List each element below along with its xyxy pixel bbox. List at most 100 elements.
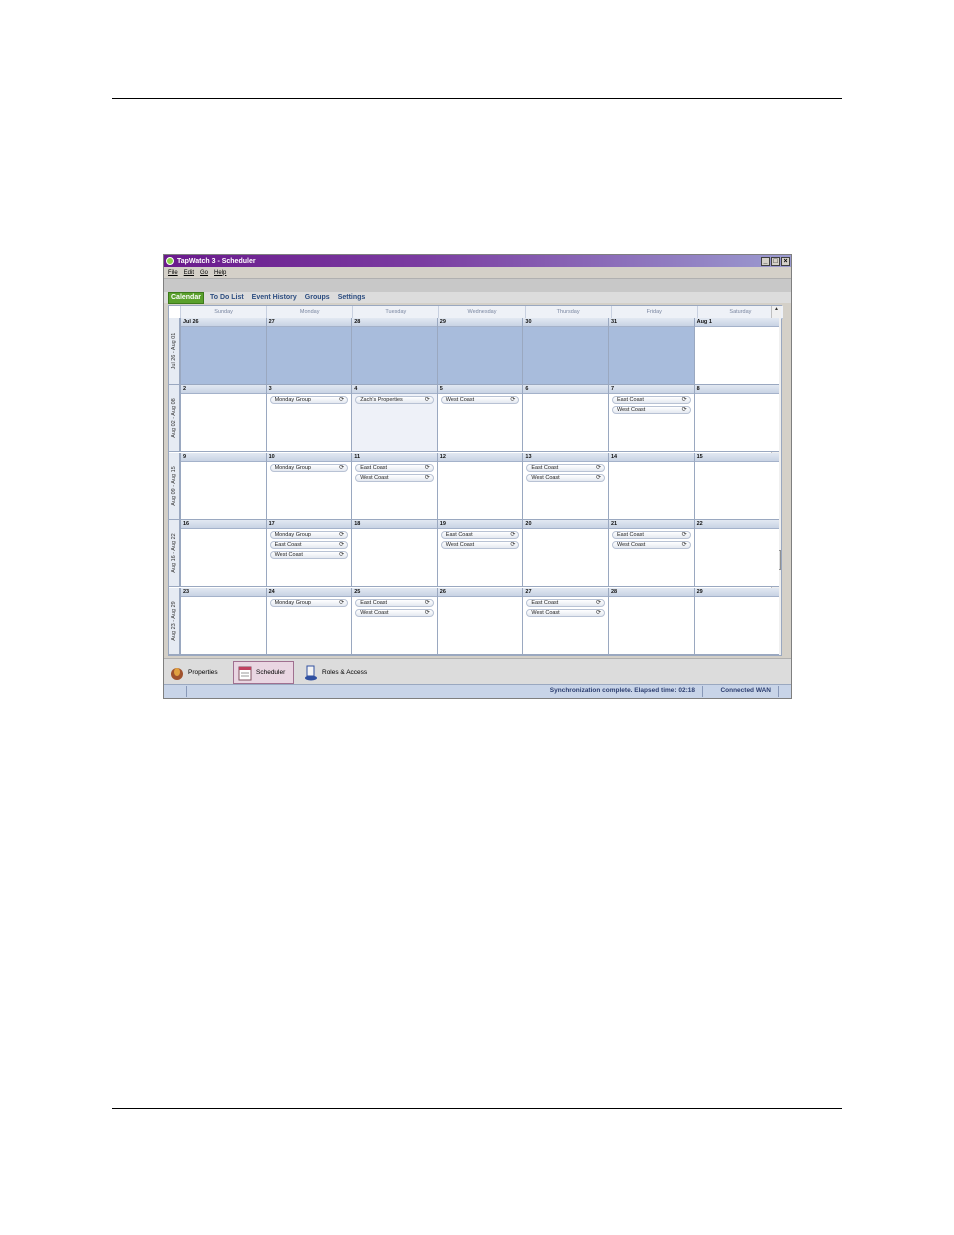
event-item[interactable]: West Coast ⟳ [612,541,691,550]
day-cell[interactable]: 29 [693,587,780,655]
day-cell[interactable]: 17 Monday Group ⟳ East Coast ⟳ West Coast ⟳ [265,520,352,588]
sync-icon: ⟳ [339,552,345,559]
scroll-up-icon[interactable]: ▲ [772,306,781,312]
day-cell[interactable]: 2 [180,385,266,453]
sync-icon: ⟳ [424,474,430,481]
event-item[interactable]: West Coast ⟳ [526,608,605,617]
event-item[interactable]: East Coast ⟳ [526,598,605,607]
day-number: 14 [609,452,694,462]
event-item[interactable]: Monday Group ⟳ [269,598,349,607]
event-item[interactable]: Monday Group ⟳ [269,396,349,405]
window-title: TapWatch 3 - Scheduler [177,257,256,265]
sync-icon: ⟳ [595,599,601,606]
day-cell[interactable]: 6 [522,385,608,453]
week-label-text: Aug 02 - Aug 08 [171,398,177,439]
event-item[interactable]: East Coast ⟳ [355,598,434,607]
sync-icon: ⟳ [424,609,430,616]
event-item[interactable]: East Coast ⟳ [269,541,349,550]
day-number: 30 [523,318,608,327]
day-cell[interactable]: 29 [436,318,523,385]
day-cell[interactable]: 28 [351,318,437,385]
day-cell[interactable]: 12 [436,452,523,520]
day-cell[interactable]: 18 [351,520,437,588]
day-cell[interactable]: 30 [522,318,608,385]
minimize-button[interactable]: _ [761,256,770,266]
day-cell[interactable]: Jul 26 [180,318,266,385]
day-cell[interactable]: Aug 1 [693,318,780,385]
event-item[interactable]: West Coast ⟳ [526,473,605,482]
menu-help[interactable]: Help [214,270,226,276]
nav-roles-access[interactable]: Roles & Access [304,661,367,684]
close-button[interactable]: × [781,256,790,266]
week-label[interactable]: Aug 09 - Aug 15 [169,452,180,520]
event-item[interactable]: West Coast ⟳ [355,473,434,482]
tab-calendar[interactable]: Calendar [168,291,204,304]
day-cell[interactable]: 22 [693,520,780,588]
day-cell[interactable]: 9 [180,452,266,520]
tab-event-history[interactable]: Event History [250,293,299,303]
event-item[interactable]: West Coast ⟳ [269,551,349,560]
day-cell[interactable]: 19 East Coast ⟳ West Coast ⟳ [436,520,523,588]
toolbar-spacer [164,279,791,292]
event-item[interactable]: East Coast ⟳ [612,396,691,405]
event-item[interactable]: West Coast ⟳ [612,406,691,415]
sync-icon: ⟳ [339,397,345,404]
day-cell[interactable]: 10 Monday Group ⟳ [265,452,352,520]
event-item[interactable]: East Coast ⟳ [526,463,605,472]
day-number: 11 [352,452,437,462]
event-item[interactable]: West Coast ⟳ [440,541,520,550]
day-cell[interactable]: 23 [180,587,266,655]
event-item[interactable]: West Coast ⟳ [355,608,434,617]
sync-icon: ⟳ [510,397,516,404]
menu-go[interactable]: Go [200,270,208,276]
day-cell[interactable]: 11 East Coast ⟳ West Coast ⟳ [351,452,437,520]
day-number: 9 [181,452,266,462]
week-label-text: Jul 26 - Aug 01 [171,332,177,370]
nav-properties[interactable]: Properties [170,661,218,684]
day-cell[interactable]: 5 West Coast ⟳ [436,385,523,453]
day-cell[interactable]: 3 Monday Group ⟳ [265,385,352,453]
day-cell[interactable]: 16 [180,520,266,588]
event-item[interactable]: Zach's Properties ⟳ [355,396,434,405]
sync-icon: ⟳ [681,532,687,539]
event-item[interactable]: East Coast ⟳ [440,531,520,540]
properties-icon [171,667,183,680]
week-label[interactable]: Jul 26 - Aug 01 [169,318,180,385]
week-label[interactable]: Aug 02 - Aug 08 [169,385,180,453]
day-cell[interactable]: 20 [522,520,608,588]
tab-groups[interactable]: Groups [303,293,332,303]
day-number: 5 [437,385,523,395]
day-cell[interactable]: 31 [608,318,694,385]
event-item[interactable]: Monday Group ⟳ [269,531,349,540]
day-cell[interactable]: 8 [693,385,780,453]
day-cell[interactable]: 27 East Coast ⟳ West Coast ⟳ [522,587,608,655]
event-item[interactable]: East Coast ⟳ [612,531,691,540]
event-item[interactable]: West Coast ⟳ [440,396,520,405]
menu-file[interactable]: File [168,270,178,276]
day-cell[interactable]: 14 [608,452,694,520]
maximize-button[interactable]: □ [771,256,780,266]
status-divider [702,686,703,697]
week-label[interactable]: Aug 23 - Aug 29 [169,587,180,655]
tab-settings[interactable]: Settings [336,293,368,303]
event-label: East Coast [531,464,559,471]
menu-edit[interactable]: Edit [184,270,194,276]
day-cell[interactable]: 13 East Coast ⟳ West Coast ⟳ [522,452,608,520]
day-cell[interactable]: 26 [436,587,523,655]
nav-roles-access-label: Roles & Access [322,669,368,676]
nav-scheduler[interactable]: Scheduler [233,661,294,684]
day-cell[interactable]: 15 [693,452,780,520]
week-label[interactable]: Aug 16 - Aug 22 [169,520,180,588]
event-item[interactable]: East Coast ⟳ [355,463,434,472]
day-cell[interactable]: 21 East Coast ⟳ West Coast ⟳ [608,520,694,588]
tab-to-do-list[interactable]: To Do List [208,293,246,303]
event-item[interactable]: Monday Group ⟳ [269,463,349,472]
day-cell[interactable]: 25 East Coast ⟳ West Coast ⟳ [351,587,437,655]
day-cell[interactable]: 4 Zach's Properties ⟳ [351,385,437,453]
day-cell[interactable]: 28 [608,587,694,655]
day-cell[interactable]: 7 East Coast ⟳ West Coast ⟳ [608,385,694,453]
day-cell[interactable]: 27 [265,318,352,385]
event-label: East Coast [617,397,644,404]
day-cell[interactable]: 24 Monday Group ⟳ [265,587,352,655]
day-number: 18 [352,520,437,530]
